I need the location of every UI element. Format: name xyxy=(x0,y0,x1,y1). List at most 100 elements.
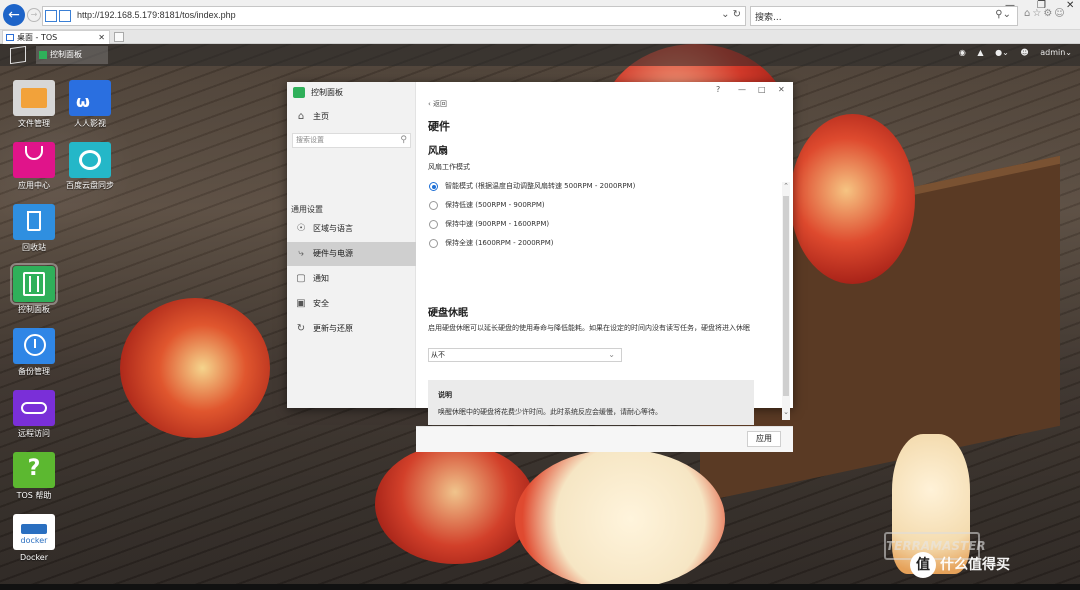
globe-icon[interactable]: ●⌄ xyxy=(995,48,1009,57)
desktop-icon-label: 应用中心 xyxy=(18,181,50,190)
restore-icon[interactable]: ❐ xyxy=(1037,0,1046,14)
desktop-icon-docker[interactable]: docker Docker xyxy=(6,514,62,562)
sidebar-item-notification[interactable]: ▢ 通知 xyxy=(287,267,416,291)
scroll-down-icon[interactable]: ⌄ xyxy=(782,408,790,416)
wallpaper-apple xyxy=(790,114,915,284)
close-icon[interactable]: ✕ xyxy=(778,85,785,94)
control-panel-logo-icon xyxy=(293,87,305,98)
address-bar[interactable]: http://192.168.5.179:8181/tos/index.php … xyxy=(42,6,746,26)
desktop-icon-label: 百度云盘同步 xyxy=(66,181,114,190)
radio-label: 保持中速 (900RPM - 1600RPM) xyxy=(445,220,550,228)
control-panel-sidebar: 控制面板 ⌂ 主页 搜索设置 ⚲ 通用设置 ☉ 区域与语言 ⤷ 硬件与电源 ▢ … xyxy=(287,82,416,408)
control-panel-mini-icon xyxy=(39,51,47,59)
radio-button[interactable] xyxy=(429,220,438,229)
radio-label: 保持全速 (1600RPM - 2000RPM) xyxy=(445,239,554,247)
home-icon: ⌂ xyxy=(297,111,305,122)
desktop-icon-file-manager[interactable]: 文件管理 xyxy=(6,80,62,128)
scrollbar-thumb[interactable] xyxy=(783,196,789,396)
lock-icon: ▣ xyxy=(296,298,306,309)
hibernate-select[interactable]: 从不 ⌄ xyxy=(428,348,622,362)
fan-radio-full[interactable]: 保持全速 (1600RPM - 2000RPM) xyxy=(428,237,554,249)
desktop-icon-tos-help[interactable]: ? TOS 帮助 xyxy=(6,452,62,500)
site-info-icon[interactable] xyxy=(45,10,75,22)
tab-close-icon[interactable]: ✕ xyxy=(98,31,105,44)
fan-radio-smart[interactable]: 智能模式 (根据温度自动调整风扇转速 500RPM - 2000RPM) xyxy=(428,180,635,192)
tab-title: 桌面 - TOS xyxy=(17,33,58,42)
sidebar-item-label: 更新与还原 xyxy=(313,324,353,333)
sidebar-item-label: 主页 xyxy=(313,112,329,121)
desktop-icon-baidu-sync[interactable]: 百度云盘同步 xyxy=(62,142,118,190)
fan-mode-label: 风扇工作模式 xyxy=(428,163,470,171)
cloud-icon xyxy=(13,390,55,426)
sidebar-item-home[interactable]: ⌂ 主页 xyxy=(287,105,416,129)
browser-search-placeholder: 搜索... xyxy=(755,13,782,23)
smzdm-watermark: 值什么值得买 xyxy=(910,552,1010,578)
sidebar-item-label: 硬件与电源 xyxy=(313,249,353,258)
bell-icon[interactable]: ▲ xyxy=(977,48,983,57)
taskbar-control-panel[interactable]: 控制面板 xyxy=(36,46,108,64)
fan-heading: 风扇 xyxy=(428,146,448,157)
maximize-icon[interactable]: □ xyxy=(758,85,766,94)
chat-icon: ▢ xyxy=(296,273,306,284)
taskbar-item-label: 控制面板 xyxy=(50,50,82,59)
forward-arrow-icon[interactable]: → xyxy=(27,8,41,22)
sync-icon: ↻ xyxy=(296,323,306,334)
minimize-icon[interactable]: — xyxy=(1005,0,1015,14)
radio-button[interactable] xyxy=(429,201,438,210)
sidebar-item-hardware-power[interactable]: ⤷ 硬件与电源 xyxy=(287,242,416,266)
radio-button[interactable] xyxy=(429,239,438,248)
section-heading: 通用设置 xyxy=(291,205,323,214)
refresh-icon[interactable]: ⌄ ↻ xyxy=(721,9,741,20)
radio-button[interactable] xyxy=(429,182,438,191)
username: admin xyxy=(1040,48,1066,57)
sidebar-item-region-language[interactable]: ☉ 区域与语言 xyxy=(287,217,416,241)
new-tab-button[interactable] xyxy=(114,32,124,42)
rrys-icon: ω xyxy=(69,80,111,116)
desktop-icon-backup[interactable]: 备份管理 xyxy=(6,328,62,376)
show-desktop-icon[interactable] xyxy=(10,45,26,65)
wallpaper-apple-half xyxy=(515,449,725,589)
fan-radio-low[interactable]: 保持低速 (500RPM - 900RPM) xyxy=(428,199,545,211)
user-menu[interactable]: ☻ admin⌄ xyxy=(1020,48,1072,57)
scroll-up-icon[interactable]: ⌃ xyxy=(782,182,790,190)
help-icon[interactable]: ? xyxy=(716,85,720,94)
desktop-icon-label: 远程访问 xyxy=(18,429,50,438)
fan-radio-medium[interactable]: 保持中速 (900RPM - 1600RPM) xyxy=(428,218,549,230)
sidebar-item-security[interactable]: ▣ 安全 xyxy=(287,292,416,316)
desktop-icon-label: 控制面板 xyxy=(18,305,50,314)
desktop-icon-label: 回收站 xyxy=(22,243,46,252)
back-arrow-icon[interactable]: ← xyxy=(3,4,25,26)
back-link[interactable]: ‹ 返回 xyxy=(428,99,447,109)
close-icon[interactable]: ✕ xyxy=(1066,0,1074,14)
sliders-icon xyxy=(10,263,58,305)
tab-desktop[interactable]: 桌面 - TOS ✕ xyxy=(2,30,110,44)
tab-favicon-icon xyxy=(6,34,14,41)
docker-whale-icon: docker xyxy=(13,514,55,550)
minimize-icon[interactable]: — xyxy=(738,85,746,94)
desktop-icon-control-panel[interactable]: 控制面板 xyxy=(6,263,62,314)
note-title: 说明 xyxy=(438,391,452,399)
chevron-down-icon: ⌄ xyxy=(608,350,615,359)
wallpaper-apple xyxy=(375,444,535,564)
sidebar-item-label: 通知 xyxy=(313,274,329,283)
window-footer: 应用 xyxy=(416,426,793,452)
browser-toolbar: ← → http://192.168.5.179:8181/tos/index.… xyxy=(0,0,1080,30)
tos-tray: ◉ ▲ ●⌄ ☻ admin⌄ xyxy=(950,48,1072,62)
desktop-icon-rrys[interactable]: ω 人人影视 xyxy=(62,80,118,128)
message-icon[interactable]: ◉ xyxy=(959,48,966,57)
browser-search-input[interactable]: 搜索... ⚲⌄ xyxy=(750,6,1018,26)
settings-search-input[interactable]: 搜索设置 ⚲ xyxy=(292,133,411,148)
desktop-icon-recycle-bin[interactable]: 回收站 xyxy=(6,204,62,252)
hibernate-description: 启用硬盘休眠可以延长硬盘的使用寿命与降低能耗。如果在设定的时间内没有读写任务，硬… xyxy=(428,324,750,332)
desktop-icon-app-center[interactable]: 应用中心 xyxy=(6,142,62,190)
wallpaper-apple xyxy=(120,298,270,438)
tos-top-bar: 控制面板 ◉ ▲ ●⌄ ☻ admin⌄ xyxy=(0,44,1080,66)
desktop-icon-remote-access[interactable]: 远程访问 xyxy=(6,390,62,438)
smzdm-badge: 值 xyxy=(910,552,936,578)
content-scrollbar[interactable]: ⌃ ⌄ xyxy=(782,182,790,420)
sidebar-item-update-restore[interactable]: ↻ 更新与还原 xyxy=(287,317,416,341)
cloud-sync-icon xyxy=(69,142,111,178)
apply-button[interactable]: 应用 xyxy=(747,431,781,447)
note-text: 唤醒休眠中的硬盘将花费少许时间。此时系统反应会缓慢，请耐心等待。 xyxy=(438,408,662,416)
search-icon[interactable]: ⚲ xyxy=(400,134,407,147)
